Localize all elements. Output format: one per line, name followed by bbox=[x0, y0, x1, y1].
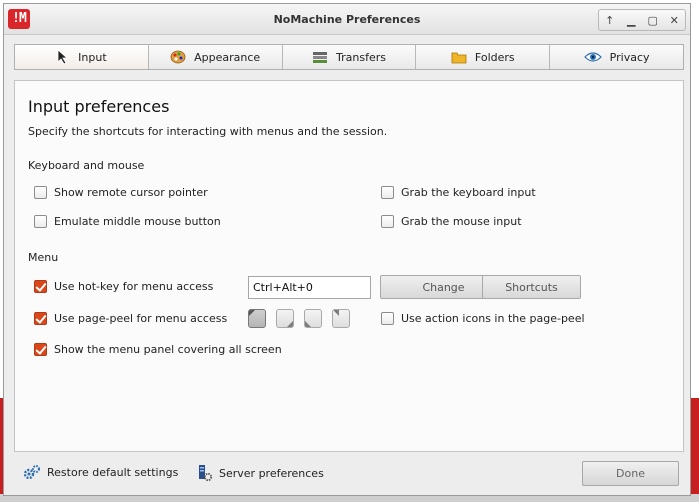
page-description: Specify the shortcuts for interacting wi… bbox=[28, 125, 388, 138]
eye-icon bbox=[583, 51, 602, 63]
tab-input[interactable]: Input bbox=[15, 45, 149, 69]
restore-defaults-label: Restore default settings bbox=[47, 465, 179, 479]
keep-above-icon[interactable]: ↑ bbox=[602, 14, 618, 27]
menu-section-heading: Menu bbox=[28, 251, 59, 264]
restore-defaults-link[interactable]: Restore default settings bbox=[23, 464, 178, 480]
shortcuts-button[interactable]: Shortcuts bbox=[482, 275, 581, 299]
close-icon[interactable]: ✕ bbox=[666, 14, 682, 27]
tab-transfers[interactable]: Transfers bbox=[283, 45, 417, 69]
peel-corner-bottom-right[interactable] bbox=[332, 309, 350, 328]
folder-icon bbox=[451, 50, 467, 64]
show-remote-cursor-label: Show remote cursor pointer bbox=[54, 186, 208, 199]
hotkey-field[interactable]: Ctrl+Alt+0 bbox=[248, 276, 371, 299]
show-remote-cursor-checkbox[interactable] bbox=[34, 186, 47, 199]
transfers-icon bbox=[312, 50, 328, 64]
grab-mouse-label: Grab the mouse input bbox=[401, 215, 522, 228]
tab-label: Appearance bbox=[194, 50, 261, 64]
grab-keyboard-label: Grab the keyboard input bbox=[401, 186, 536, 199]
emulate-middle-button-checkbox[interactable] bbox=[34, 215, 47, 228]
tab-folders[interactable]: Folders bbox=[416, 45, 551, 69]
tab-appearance[interactable]: Appearance bbox=[149, 45, 283, 69]
maximize-icon[interactable]: ▢ bbox=[645, 14, 661, 27]
gears-icon bbox=[23, 464, 41, 480]
title-bar: !M NoMachine Preferences ↑ ▁ ▢ ✕ bbox=[4, 4, 690, 35]
preferences-window: !M NoMachine Preferences ↑ ▁ ▢ ✕ Input A… bbox=[3, 3, 691, 496]
action-icons-label: Use action icons in the page-peel bbox=[401, 312, 585, 325]
window-title: NoMachine Preferences bbox=[273, 13, 421, 26]
cover-screen-label: Show the menu panel covering all screen bbox=[54, 343, 282, 356]
hotkey-menu-checkbox[interactable] bbox=[34, 280, 47, 293]
server-preferences-link[interactable]: Server preferences bbox=[197, 464, 324, 482]
tab-label: Folders bbox=[474, 50, 515, 64]
emulate-middle-button-label: Emulate middle mouse button bbox=[54, 215, 221, 228]
done-button[interactable]: Done bbox=[582, 461, 679, 486]
server-settings-icon bbox=[197, 464, 213, 482]
pagepeel-menu-label: Use page-peel for menu access bbox=[54, 312, 228, 325]
server-preferences-label: Server preferences bbox=[219, 466, 324, 480]
input-preferences-panel: Input preferences Specify the shortcuts … bbox=[14, 80, 684, 452]
window-controls: ↑ ▁ ▢ ✕ bbox=[598, 9, 686, 31]
tab-privacy[interactable]: Privacy bbox=[550, 45, 683, 69]
palette-icon bbox=[170, 50, 186, 64]
hotkey-menu-label: Use hot-key for menu access bbox=[54, 280, 214, 293]
grab-keyboard-checkbox[interactable] bbox=[381, 186, 394, 199]
tab-bar: Input Appearance Transfers Folders Priva… bbox=[14, 44, 684, 70]
peel-corner-top-left[interactable] bbox=[248, 309, 266, 328]
tab-label: Transfers bbox=[336, 50, 386, 64]
grab-mouse-checkbox[interactable] bbox=[381, 215, 394, 228]
minimize-icon[interactable]: ▁ bbox=[623, 14, 639, 27]
cursor-icon bbox=[56, 49, 70, 65]
desktop-background-right bbox=[690, 398, 699, 502]
pagepeel-menu-checkbox[interactable] bbox=[34, 312, 47, 325]
peel-corner-top-right[interactable] bbox=[276, 309, 294, 328]
peel-corner-bottom-left[interactable] bbox=[304, 309, 322, 328]
action-icons-checkbox[interactable] bbox=[381, 312, 394, 325]
cover-screen-checkbox[interactable] bbox=[34, 343, 47, 356]
tab-label: Privacy bbox=[609, 50, 650, 64]
page-title: Input preferences bbox=[28, 97, 170, 116]
keyboard-section-heading: Keyboard and mouse bbox=[28, 159, 145, 172]
tab-label: Input bbox=[78, 50, 107, 64]
